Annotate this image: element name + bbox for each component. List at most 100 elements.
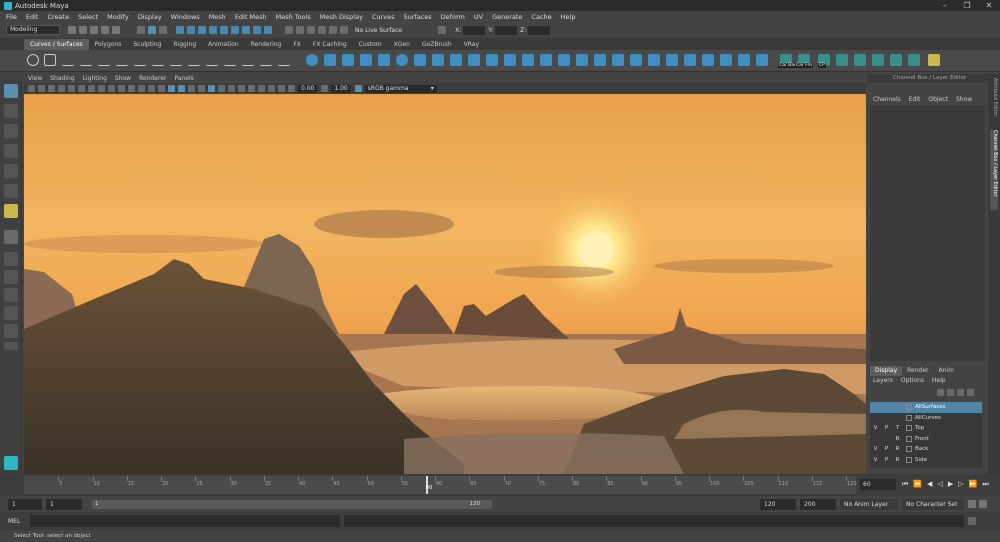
- play-backwards-icon[interactable]: ◁: [937, 480, 942, 489]
- rebuild-surface-icon[interactable]: [720, 54, 732, 66]
- textured-icon[interactable]: [178, 85, 185, 92]
- sculpt-geometry-icon[interactable]: [738, 54, 750, 66]
- auto-key-icon[interactable]: [968, 500, 976, 508]
- two-d-pan-icon[interactable]: [58, 85, 65, 92]
- smooth-shade-icon[interactable]: [158, 85, 165, 92]
- live-surface-label[interactable]: No Live Surface: [355, 27, 402, 34]
- layer-tab-display[interactable]: Display: [870, 366, 903, 376]
- color-management-icon[interactable]: [354, 85, 362, 92]
- select-object-icon[interactable]: [148, 26, 156, 34]
- snap-vertex-icon[interactable]: [242, 26, 250, 34]
- loft-icon[interactable]: [432, 54, 444, 66]
- maximize-button[interactable]: ❐: [956, 0, 978, 11]
- layer-tab-anim[interactable]: Anim: [934, 366, 959, 376]
- current-frame-field[interactable]: 60: [860, 479, 896, 490]
- move-layer-up-icon[interactable]: [937, 389, 944, 396]
- grid-icon[interactable]: [78, 85, 85, 92]
- layout-outliner-icon[interactable]: [4, 324, 18, 338]
- wireframe-icon[interactable]: [148, 85, 155, 92]
- attach-curves-icon[interactable]: [170, 54, 182, 66]
- rotate-tool-icon[interactable]: [4, 164, 18, 178]
- add-points-icon[interactable]: [278, 54, 290, 66]
- boundary-icon[interactable]: [522, 54, 534, 66]
- attribute-editor-tab[interactable]: Attribute Editor: [990, 78, 998, 126]
- paint-select-tool-icon[interactable]: [4, 124, 18, 138]
- menu-create[interactable]: Create: [47, 13, 69, 21]
- nurbs-torus-icon[interactable]: [396, 54, 408, 66]
- screen-space-ao-icon[interactable]: [208, 85, 215, 92]
- menu-file[interactable]: File: [6, 13, 17, 21]
- layout-hypershade-icon[interactable]: [4, 306, 18, 320]
- pencil-curve-icon[interactable]: [116, 54, 128, 66]
- menu-modify[interactable]: Modify: [107, 13, 129, 21]
- viewport-menu-renderer[interactable]: Renderer: [139, 75, 166, 82]
- layer-type-toggle[interactable]: R: [892, 446, 903, 452]
- menu-mesh[interactable]: Mesh: [209, 13, 226, 21]
- make-live-icon[interactable]: [318, 26, 326, 34]
- layer-color-swatch[interactable]: [906, 446, 912, 453]
- image-plane-icon[interactable]: [48, 85, 55, 92]
- layer-row[interactable]: AllCurves: [870, 413, 982, 424]
- project-curve-icon[interactable]: [576, 54, 588, 66]
- menu-uv[interactable]: UV: [474, 13, 483, 21]
- nurbs-cylinder-icon[interactable]: [342, 54, 354, 66]
- house-icon-3[interactable]: [872, 54, 884, 66]
- gate-mask-icon[interactable]: [108, 85, 115, 92]
- snap-curve-icon[interactable]: [187, 26, 195, 34]
- film-gate-icon[interactable]: [88, 85, 95, 92]
- step-forward-key-icon[interactable]: ⏩: [969, 480, 978, 489]
- view-transform-dropdown[interactable]: sRGB gamma ▾: [364, 84, 437, 93]
- safe-action-icon[interactable]: [128, 85, 135, 92]
- folder-icon[interactable]: [68, 26, 76, 34]
- menu-display[interactable]: Display: [138, 13, 162, 21]
- shadows-icon[interactable]: [198, 85, 205, 92]
- layout-persp-graph-icon[interactable]: [4, 288, 18, 302]
- layer-color-swatch[interactable]: [906, 404, 912, 411]
- open-close-icon[interactable]: [666, 54, 678, 66]
- viewport-menu-panels[interactable]: Panels: [174, 75, 193, 82]
- menu-select[interactable]: Select: [78, 13, 98, 21]
- house-icon-5[interactable]: [908, 54, 920, 66]
- motion-blur-icon[interactable]: [218, 85, 225, 92]
- arc-curve-icon[interactable]: [134, 54, 146, 66]
- menu-set-dropdown[interactable]: Modeling: [6, 25, 60, 35]
- bookmark-icon[interactable]: [38, 85, 45, 92]
- shelf-tab-fx-caching[interactable]: FX Caching: [307, 39, 353, 50]
- save-icon[interactable]: [90, 26, 98, 34]
- channel-menu-object[interactable]: Object: [928, 96, 948, 106]
- bezier-curve-icon[interactable]: [98, 54, 110, 66]
- playback-end-field[interactable]: 120: [760, 498, 796, 510]
- channel-box-area[interactable]: [870, 106, 985, 361]
- transform-mode-icon[interactable]: [438, 26, 447, 34]
- layer-type-toggle[interactable]: T: [892, 425, 903, 431]
- input-output-icon[interactable]: [307, 26, 315, 34]
- layer-color-swatch[interactable]: [906, 425, 912, 432]
- rebuild-curve-icon[interactable]: [260, 54, 272, 66]
- wireframe-on-shaded-icon[interactable]: [168, 85, 175, 92]
- time-ruler[interactable]: 60 5 10 15 20 25 30 35 40 45 50 55 60 65 70 75 80 85 90 95…: [24, 476, 857, 494]
- layer-playback-toggle[interactable]: P: [881, 425, 892, 431]
- layer-color-swatch[interactable]: [906, 414, 912, 421]
- menu-curves[interactable]: Curves: [372, 13, 395, 21]
- layout-side-by-side-icon[interactable]: [4, 270, 18, 284]
- use-all-lights-icon[interactable]: [188, 85, 195, 92]
- revolve-icon[interactable]: [414, 54, 426, 66]
- shelf-tab-polygons[interactable]: Polygons: [89, 39, 128, 50]
- shelf-tab-xgen[interactable]: XGen: [388, 39, 416, 50]
- snap-live-icon[interactable]: [220, 26, 228, 34]
- trim-icon[interactable]: [594, 54, 606, 66]
- step-forward-frame-icon[interactable]: ▷: [958, 480, 963, 489]
- snap-face-icon[interactable]: [264, 26, 272, 34]
- attach-surfaces-icon[interactable]: [630, 54, 642, 66]
- command-input[interactable]: [30, 515, 341, 527]
- playback-start-field[interactable]: 1: [46, 498, 82, 510]
- menu-mesh-tools[interactable]: Mesh Tools: [276, 13, 311, 21]
- multisample-aa-icon[interactable]: [228, 85, 235, 92]
- four-view-icon[interactable]: [4, 252, 18, 266]
- square-surface-icon[interactable]: [540, 54, 552, 66]
- scale-tool-icon[interactable]: [4, 184, 18, 198]
- magnet-icon[interactable]: [329, 26, 337, 34]
- layer-row[interactable]: V P R Back: [870, 444, 982, 455]
- menu-windows[interactable]: Windows: [171, 13, 200, 21]
- go-to-end-icon[interactable]: ⏭: [982, 480, 988, 489]
